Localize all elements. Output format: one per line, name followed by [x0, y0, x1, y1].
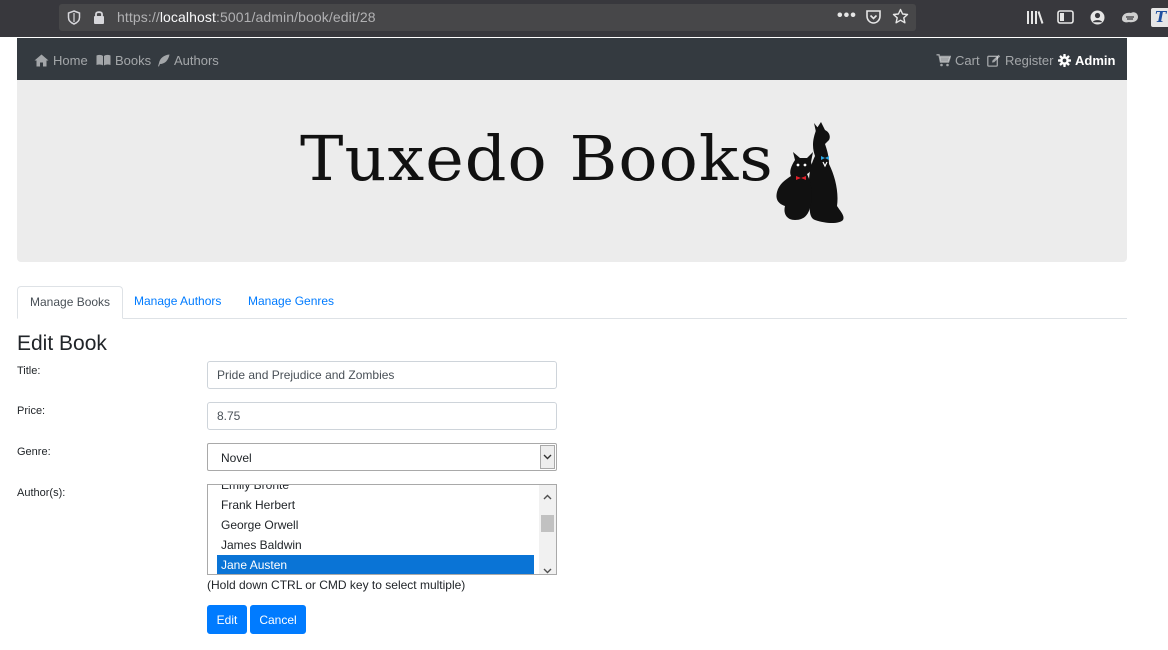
nav-admin-link[interactable]: Admin	[1058, 52, 1115, 68]
tab-manage-books[interactable]: Manage Books	[17, 286, 124, 319]
scrollbar-thumb[interactable]	[541, 515, 554, 532]
nav-books-label: Books	[115, 52, 152, 68]
price-label: Price:	[17, 405, 46, 417]
library-icon[interactable]	[1026, 9, 1044, 30]
sidebar-icon[interactable]	[1057, 9, 1074, 30]
authors-label: Author(s):	[17, 487, 66, 499]
site-banner: Tuxedo Books	[17, 80, 1127, 262]
url-text[interactable]: https://localhost:5001/admin/book/edit/2…	[117, 9, 376, 25]
page-actions-menu-icon[interactable]: •••	[837, 7, 857, 25]
tracking-shield-icon[interactable]	[67, 10, 81, 30]
browser-toolbar: https://localhost:5001/admin/book/edit/2…	[0, 0, 1168, 37]
edit-button[interactable]: Edit	[207, 605, 247, 634]
chevron-down-icon[interactable]	[540, 445, 555, 469]
authors-help-text: (Hold down CTRL or CMD key to select mul…	[207, 578, 466, 592]
tab-manage-authors[interactable]: Manage Authors	[122, 286, 233, 317]
scroll-down-icon[interactable]	[543, 563, 552, 574]
tuxedo-cat-logo-icon	[765, 120, 849, 233]
url-host: localhost	[159, 9, 216, 25]
author-option[interactable]: James Baldwin	[217, 535, 534, 555]
cancel-button[interactable]: Cancel	[250, 605, 306, 634]
author-option-selected[interactable]: Jane Austen	[217, 555, 534, 574]
url-scheme: https://	[117, 9, 160, 25]
listbox-scrollbar[interactable]	[539, 485, 556, 574]
overflow-extension-icon[interactable]: T	[1151, 8, 1168, 27]
site-navbar: Home Books Authors Cart Register Admin	[17, 38, 1127, 80]
account-icon[interactable]	[1089, 9, 1106, 31]
scroll-up-icon[interactable]	[543, 489, 552, 503]
edit-icon	[987, 54, 1001, 67]
nav-authors-link[interactable]: Authors	[157, 52, 219, 68]
authors-listbox[interactable]: Emily Bronte Frank Herbert George Orwell…	[207, 484, 557, 575]
home-icon	[34, 54, 49, 67]
book-icon	[96, 54, 111, 66]
genre-selected-value: Novel	[221, 451, 252, 465]
nav-books-link[interactable]: Books	[96, 52, 151, 68]
price-input[interactable]: 8.75	[207, 402, 557, 430]
author-option[interactable]: Frank Herbert	[217, 495, 534, 515]
nav-cart-label: Cart	[955, 52, 980, 68]
nav-home-label: Home	[53, 52, 88, 68]
nav-home-link[interactable]: Home	[34, 52, 88, 68]
author-option[interactable]: George Orwell	[217, 515, 534, 535]
logo-text: Tuxedo Books	[300, 122, 774, 195]
title-label: Title:	[17, 365, 41, 377]
page-title: Edit Book	[17, 332, 107, 355]
nav-authors-label: Authors	[174, 52, 219, 68]
extension-icon[interactable]	[1120, 9, 1140, 30]
genre-label: Genre:	[17, 446, 51, 458]
bookmark-star-icon[interactable]	[892, 8, 909, 30]
tab-manage-genres[interactable]: Manage Genres	[236, 286, 346, 317]
lock-icon[interactable]	[93, 9, 105, 30]
admin-tabs: Manage Books Manage Authors Manage Genre…	[17, 286, 1127, 319]
nav-register-link[interactable]: Register	[987, 52, 1053, 68]
title-input[interactable]: Pride and Prejudice and Zombies	[207, 361, 557, 389]
pocket-icon[interactable]	[865, 9, 882, 30]
url-path: :5001/admin/book/edit/28	[215, 9, 376, 25]
nav-register-label: Register	[1005, 52, 1054, 68]
address-bar[interactable]: https://localhost:5001/admin/book/edit/2…	[59, 4, 916, 31]
nav-cart-link[interactable]: Cart	[936, 52, 980, 68]
feather-icon	[157, 54, 170, 67]
author-option[interactable]: Emily Bronte	[217, 485, 534, 495]
gear-icon	[1058, 53, 1071, 67]
genre-select[interactable]: Novel	[207, 443, 557, 471]
nav-admin-label: Admin	[1075, 52, 1116, 68]
cart-icon	[936, 53, 951, 67]
